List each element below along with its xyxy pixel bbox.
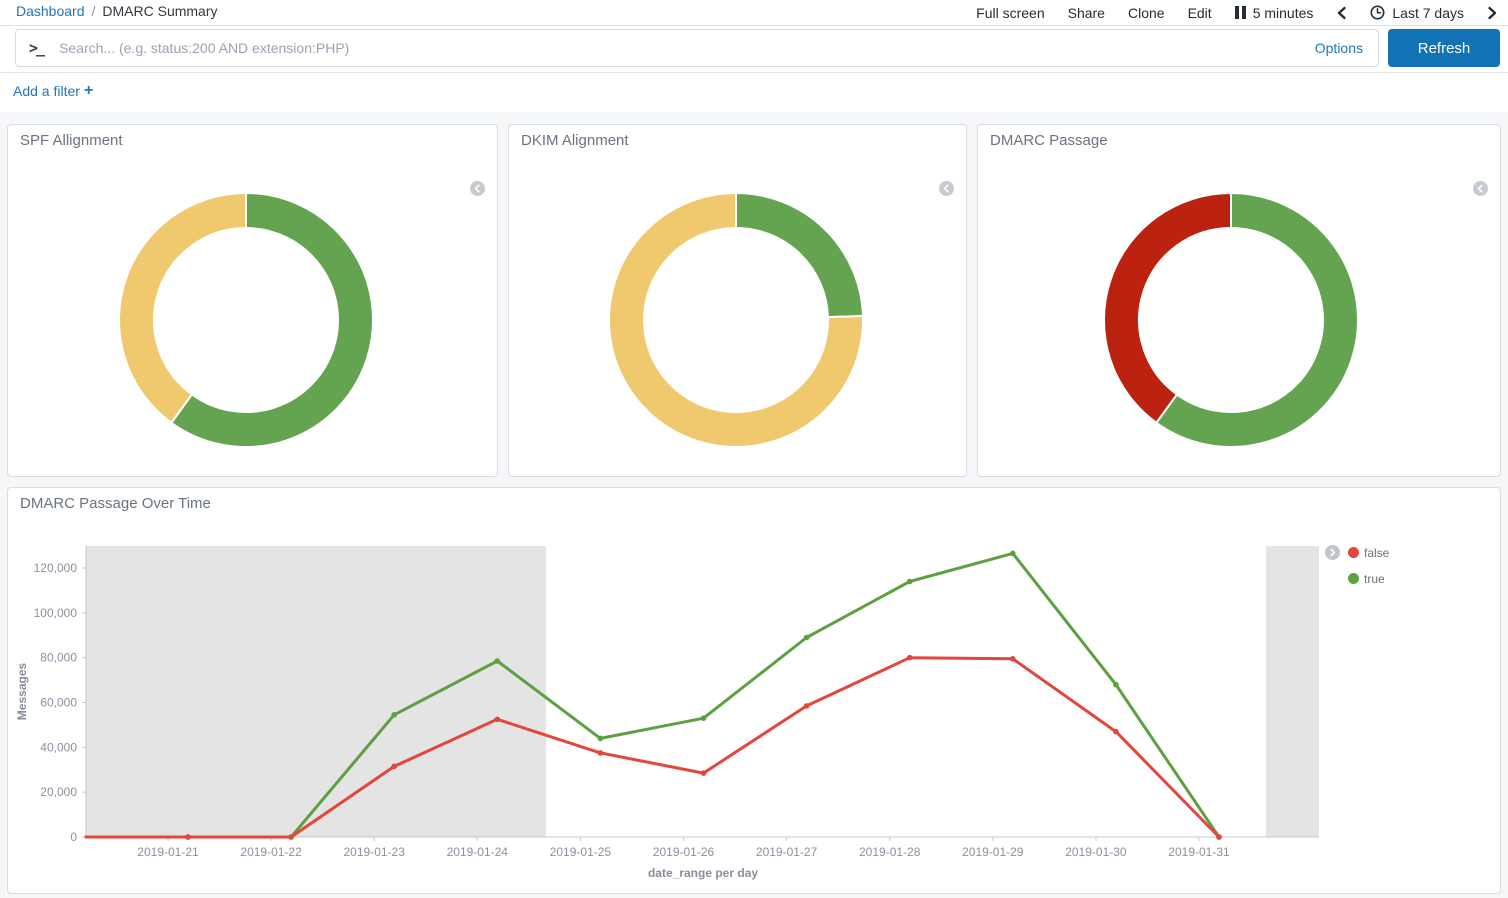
- y-tick-label: 80,000: [40, 651, 77, 665]
- filter-bar: Add a filter +: [0, 73, 1508, 112]
- breadcrumb-dashboard-link[interactable]: Dashboard: [16, 3, 85, 19]
- x-tick-label: 2019-01-22: [240, 845, 302, 859]
- time-bound-shade: [1266, 546, 1319, 837]
- x-axis-title: date_range per day: [648, 866, 758, 880]
- x-tick-label: 2019-01-25: [550, 845, 612, 859]
- data-point-false[interactable]: [804, 703, 810, 709]
- breadcrumb: Dashboard / DMARC Summary: [16, 3, 218, 19]
- y-tick-label: 100,000: [34, 606, 78, 620]
- time-back-button[interactable]: [1336, 6, 1347, 20]
- edit-button[interactable]: Edit: [1188, 5, 1212, 21]
- x-tick-label: 2019-01-28: [859, 845, 921, 859]
- panel-dkim-alignment: DKIM Alignment: [508, 124, 967, 477]
- time-range-label: Last 7 days: [1392, 5, 1464, 21]
- dkim-donut-chart: [596, 180, 876, 460]
- donut-slice[interactable]: [1104, 193, 1231, 423]
- y-tick-label: 60,000: [40, 696, 77, 710]
- panel-title: SPF Allignment: [20, 132, 123, 149]
- data-point-false[interactable]: [288, 834, 294, 840]
- data-point-true[interactable]: [598, 736, 604, 742]
- legend-label-true: true: [1364, 572, 1385, 586]
- chart-legend: false true: [1325, 545, 1495, 597]
- panel-title: DMARC Passage Over Time: [20, 495, 211, 512]
- donut-slice[interactable]: [736, 193, 863, 317]
- legend-toggle-icon[interactable]: [1325, 545, 1340, 560]
- breadcrumb-separator: /: [92, 3, 96, 19]
- top-nav-bar: Dashboard / DMARC Summary Full screen Sh…: [0, 0, 1508, 26]
- chevron-right-icon: [1487, 6, 1498, 20]
- legend-collapse-icon[interactable]: [939, 181, 954, 196]
- panel-title: DMARC Passage: [990, 132, 1108, 149]
- legend-label-false: false: [1364, 546, 1389, 560]
- data-point-false[interactable]: [598, 750, 604, 756]
- legend-dot-true: [1348, 573, 1359, 584]
- data-point-true[interactable]: [804, 635, 810, 641]
- refresh-button[interactable]: Refresh: [1388, 29, 1500, 67]
- search-input[interactable]: [57, 39, 1300, 57]
- y-tick-label: 40,000: [40, 740, 77, 754]
- data-point-true[interactable]: [907, 579, 913, 585]
- passage-over-time-chart: 0 20,000 40,000 60,000 80,000 100,000 120,000 2…: [8, 488, 1502, 894]
- search-box: >_ Options: [15, 29, 1379, 67]
- data-point-false[interactable]: [185, 834, 191, 840]
- legend-dot-false: [1348, 547, 1359, 558]
- legend-item-true[interactable]: true: [1348, 571, 1495, 586]
- time-forward-button[interactable]: [1487, 6, 1498, 20]
- y-axis-title: Messages: [15, 662, 29, 720]
- top-menu: Full screen Share Clone Edit 5 minutes L…: [976, 0, 1498, 25]
- x-tick-label: 2019-01-23: [344, 845, 406, 859]
- full-screen-button[interactable]: Full screen: [976, 5, 1044, 21]
- add-filter-button[interactable]: Add a filter +: [13, 83, 93, 99]
- y-tick-label: 120,000: [34, 561, 78, 575]
- panel-dmarc-passage-over-time: 0 20,000 40,000 60,000 80,000 100,000 120,000 2…: [7, 487, 1501, 894]
- refresh-interval-label: 5 minutes: [1253, 5, 1314, 21]
- time-bound-shade: [86, 546, 546, 837]
- spf-donut-chart: [106, 180, 386, 460]
- console-prompt-icon: >_: [29, 39, 43, 57]
- data-point-false[interactable]: [391, 764, 397, 770]
- x-tick-label: 2019-01-30: [1065, 845, 1127, 859]
- data-point-true[interactable]: [1010, 551, 1016, 557]
- time-range-picker[interactable]: Last 7 days: [1370, 5, 1464, 21]
- panel-title: DKIM Alignment: [521, 132, 629, 149]
- options-link[interactable]: Options: [1315, 40, 1363, 56]
- data-point-true[interactable]: [495, 658, 501, 664]
- clock-icon: [1370, 5, 1385, 20]
- legend-item-false[interactable]: false: [1325, 545, 1495, 560]
- data-point-false[interactable]: [495, 717, 501, 723]
- x-tick-label: 2019-01-21: [137, 845, 199, 859]
- data-point-false[interactable]: [907, 655, 913, 661]
- data-point-false[interactable]: [1216, 834, 1222, 840]
- refresh-interval-picker[interactable]: 5 minutes: [1235, 5, 1314, 21]
- x-tick-label: 2019-01-31: [1168, 845, 1230, 859]
- y-tick-label: 20,000: [40, 785, 77, 799]
- panel-dmarc-passage: DMARC Passage: [977, 124, 1501, 477]
- panel-spf-alignment: SPF Allignment: [7, 124, 498, 477]
- data-point-false[interactable]: [701, 770, 707, 776]
- data-point-true[interactable]: [391, 712, 397, 718]
- x-tick-label: 2019-01-26: [653, 845, 715, 859]
- share-button[interactable]: Share: [1068, 5, 1105, 21]
- plus-icon: +: [84, 84, 93, 98]
- donut-slice[interactable]: [119, 193, 246, 423]
- data-point-true[interactable]: [701, 715, 707, 721]
- add-filter-label: Add a filter: [13, 83, 80, 99]
- data-point-false[interactable]: [1113, 729, 1119, 735]
- clone-button[interactable]: Clone: [1128, 5, 1165, 21]
- x-tick-label: 2019-01-24: [447, 845, 509, 859]
- legend-collapse-icon[interactable]: [470, 181, 485, 196]
- dashboard-grid: SPF Allignment DKIM Alignment DMARC Pass…: [0, 112, 1508, 898]
- x-tick-label: 2019-01-29: [962, 845, 1024, 859]
- page-title: DMARC Summary: [102, 3, 217, 19]
- y-tick-label: 0: [70, 830, 77, 844]
- pause-icon[interactable]: [1235, 6, 1246, 19]
- data-point-false[interactable]: [1010, 656, 1016, 662]
- search-bar-row: >_ Options Refresh: [0, 26, 1508, 73]
- legend-collapse-icon[interactable]: [1473, 181, 1488, 196]
- x-tick-label: 2019-01-27: [756, 845, 818, 859]
- data-point-true[interactable]: [1113, 682, 1119, 688]
- dmarc-donut-chart: [1091, 180, 1371, 460]
- chevron-left-icon: [1336, 6, 1347, 20]
